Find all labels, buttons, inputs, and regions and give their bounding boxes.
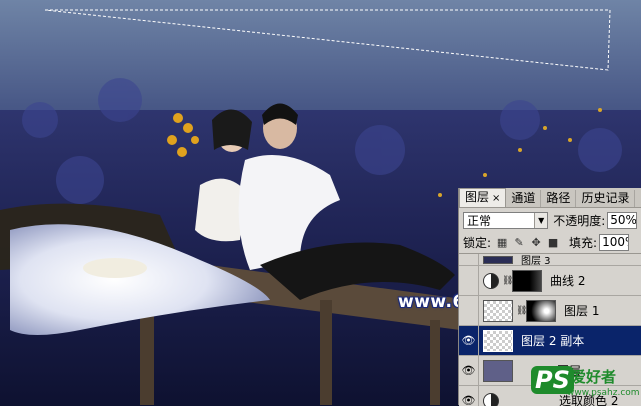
lock-brush-icon[interactable]: ✎ [513, 237, 525, 249]
blend-mode-select[interactable]: 正常 ▼ [463, 212, 548, 229]
lock-all-icon[interactable]: ■ [547, 237, 559, 249]
tab-layers[interactable]: 图层× [459, 188, 506, 207]
visibility-toggle[interactable] [459, 266, 479, 295]
tab-channels[interactable]: 通道 [506, 190, 541, 207]
panel-tabs: 图层× 通道 路径 历史记录 [459, 188, 641, 208]
opacity-input[interactable]: 50% [607, 212, 637, 229]
eye-icon[interactable]: 👁 [459, 386, 479, 406]
layer-row[interactable]: ⛓ 曲线 2 [459, 266, 641, 296]
layer-name: 图层 2 副本 [521, 332, 584, 349]
layer-row-selected[interactable]: 👁 图层 2 副本 [459, 326, 641, 356]
eye-icon[interactable]: 👁 [459, 326, 479, 355]
link-icon: ⛓ [502, 276, 510, 286]
layer-mask [526, 300, 556, 322]
lock-row: 锁定: ▦ ✎ ✥ ■ 填充: 100% [459, 232, 641, 254]
site-logo: PS 爱好者 www.psahz.com [531, 362, 641, 405]
layer-thumbnail [483, 360, 513, 382]
logo-title: 爱好者 [571, 366, 616, 387]
eye-icon[interactable]: 👁 [459, 356, 479, 385]
adjustment-icon [483, 393, 499, 406]
layer-thumbnail [483, 300, 513, 322]
lock-transparency-icon[interactable]: ▦ [496, 237, 508, 249]
fill-input[interactable]: 100% [599, 234, 629, 251]
layer-thumbnail [483, 256, 513, 264]
layer-mask [512, 270, 542, 292]
layer-name: 曲线 2 [550, 272, 585, 289]
close-icon[interactable]: × [492, 193, 500, 204]
blend-row: 正常 ▼ 不透明度: 50% [459, 208, 641, 232]
logo-site: www.psahz.com [567, 388, 640, 398]
blend-mode-value: 正常 [467, 212, 491, 229]
layer-row[interactable]: 图层 3 [459, 254, 641, 266]
opacity-label: 不透明度: [553, 212, 605, 229]
layer-row[interactable]: ⛓ 图层 1 [459, 296, 641, 326]
visibility-toggle[interactable] [459, 254, 479, 265]
lock-move-icon[interactable]: ✥ [530, 237, 542, 249]
adjustment-icon [483, 273, 499, 289]
tab-paths[interactable]: 路径 [541, 190, 576, 207]
tab-layers-label: 图层 [465, 190, 489, 204]
layer-thumbnail [483, 330, 513, 352]
fill-label: 填充: [569, 234, 597, 251]
tab-history[interactable]: 历史记录 [576, 190, 635, 207]
link-icon: ⛓ [516, 306, 524, 316]
lock-label: 锁定: [463, 234, 491, 251]
visibility-toggle[interactable] [459, 296, 479, 325]
chevron-down-icon[interactable]: ▼ [534, 213, 547, 228]
layer-name: 图层 1 [564, 302, 599, 319]
